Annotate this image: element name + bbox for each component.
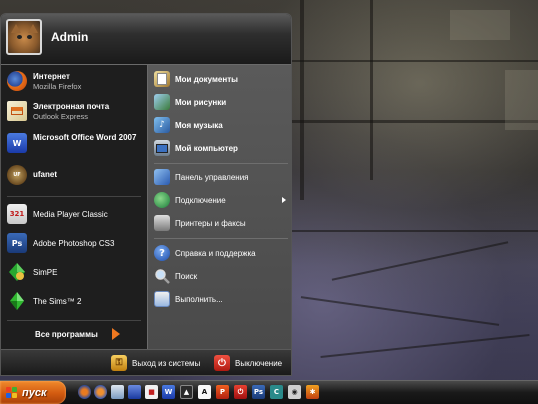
separator	[154, 238, 288, 239]
separator	[7, 320, 141, 321]
place-label: Мои рисунки	[175, 97, 227, 107]
explorer-icon[interactable]	[111, 385, 124, 399]
place-label: Мои документы	[175, 74, 238, 84]
start-menu-programs: Интернет Mozilla Firefox Электронная поч…	[1, 65, 147, 349]
recent-item-sims[interactable]: The Sims™ 2	[7, 291, 81, 311]
start-menu-places: Мои документы Мои рисунки ♪ Моя музыка М…	[147, 65, 291, 349]
key-icon: ⚿	[111, 355, 127, 371]
network-icon	[154, 192, 170, 208]
taskbar: пуск ■ W ▲ A P ⏻ Ps C ◉ ✱	[0, 380, 538, 404]
power-icon[interactable]: ⏻	[234, 385, 247, 399]
pinned-item-title: Электронная почта	[33, 101, 110, 111]
camera-icon[interactable]: ◉	[288, 385, 301, 399]
word-icon[interactable]: W	[162, 385, 175, 399]
acrobat-icon[interactable]: P	[216, 385, 229, 399]
setting-connect[interactable]: Подключение	[154, 192, 288, 208]
shutdown-label: Выключение	[235, 358, 283, 368]
music-icon: ♪	[154, 117, 170, 133]
tool-help[interactable]: ? Справка и поддержка	[154, 245, 256, 261]
separator	[154, 163, 288, 164]
pinned-item-title: Интернет	[33, 71, 70, 81]
tool-label: Справка и поддержка	[175, 248, 256, 258]
logoff-label: Выход из системы	[132, 358, 201, 368]
place-label: Моя музыка	[175, 120, 223, 130]
simpe-icon	[7, 262, 27, 282]
power-icon: ⏻	[214, 355, 230, 371]
photoshop-icon[interactable]: Ps	[252, 385, 265, 399]
recent-item-title: The Sims™ 2	[33, 296, 82, 306]
place-my-music[interactable]: ♪ Моя музыка	[154, 117, 223, 133]
place-my-documents[interactable]: Мои документы	[154, 71, 238, 87]
save-icon[interactable]	[128, 385, 141, 399]
photoshop-icon: Ps	[7, 233, 27, 253]
firefox-icon	[7, 71, 27, 91]
start-menu: Admin Интернет Mozilla Firefox Электронн…	[0, 13, 292, 376]
pinned-item-subtitle: Mozilla Firefox	[33, 81, 82, 91]
pinned-item-email[interactable]: Электронная почта Outlook Express	[7, 101, 109, 121]
recent-item-media-player[interactable]: 321 Media Player Classic	[7, 204, 108, 224]
firefox-icon[interactable]	[94, 385, 107, 399]
font-icon[interactable]: ▲	[180, 385, 193, 399]
place-my-computer[interactable]: Мой компьютер	[154, 140, 238, 156]
place-label: Мой компьютер	[175, 143, 238, 153]
recent-item-title: SimPE	[33, 267, 58, 277]
sims-icon[interactable]: ✱	[306, 385, 319, 399]
setting-label: Подключение	[175, 195, 226, 205]
firefox-icon[interactable]	[78, 385, 91, 399]
separator	[7, 196, 141, 197]
all-programs-label: Все программы	[35, 329, 98, 339]
tool-label: Поиск	[175, 271, 198, 281]
help-icon: ?	[154, 245, 170, 261]
pinned-item-ufanet[interactable]: UF ufanet	[7, 165, 57, 185]
tool-search[interactable]: Поиск	[154, 268, 197, 284]
all-programs-button[interactable]: Все программы	[35, 328, 120, 340]
documents-icon	[154, 71, 170, 87]
recent-item-title: Media Player Classic	[33, 209, 108, 219]
computer-icon	[154, 140, 170, 156]
recent-item-simpe[interactable]: SimPE	[7, 262, 57, 282]
setting-control-panel[interactable]: Панель управления	[154, 169, 249, 185]
start-label: пуск	[22, 386, 47, 399]
media-player-icon: 321	[7, 204, 27, 224]
tool-label: Выполнить...	[175, 294, 223, 304]
sims-icon	[7, 291, 27, 311]
word-icon: W	[7, 133, 27, 153]
ufanet-icon: UF	[7, 165, 27, 185]
search-icon	[154, 268, 170, 284]
pdf-icon[interactable]: A	[198, 385, 211, 399]
logoff-button[interactable]: ⚿ Выход из системы	[111, 355, 200, 371]
submenu-arrow-icon	[282, 197, 286, 203]
start-button[interactable]: пуск	[0, 381, 66, 404]
pinned-item-word[interactable]: W Microsoft Office Word 2007	[7, 133, 142, 153]
setting-label: Принтеры и факсы	[175, 218, 246, 228]
arrow-right-icon	[111, 328, 120, 340]
setting-label: Панель управления	[175, 172, 249, 182]
tool-run[interactable]: Выполнить...	[154, 291, 223, 307]
start-menu-header: Admin	[1, 14, 291, 65]
printer-icon	[154, 215, 170, 231]
recent-item-title: Adobe Photoshop CS3	[33, 238, 115, 248]
pinned-item-title: Microsoft Office Word 2007	[33, 133, 137, 142]
setting-printers[interactable]: Принтеры и факсы	[154, 215, 246, 231]
outlook-icon	[7, 101, 27, 121]
document-icon[interactable]: ■	[145, 385, 158, 399]
windows-logo-icon	[6, 386, 18, 399]
user-avatar[interactable]	[6, 19, 42, 55]
control-panel-icon	[154, 169, 170, 185]
pinned-item-subtitle: Outlook Express	[33, 111, 89, 121]
start-menu-footer: ⚿ Выход из системы ⏻ Выключение	[1, 349, 291, 375]
pinned-item-internet[interactable]: Интернет Mozilla Firefox	[7, 71, 81, 91]
pictures-icon	[154, 94, 170, 110]
recent-item-photoshop[interactable]: Ps Adobe Photoshop CS3	[7, 233, 114, 253]
shutdown-button[interactable]: ⏻ Выключение	[214, 355, 282, 371]
pinned-item-title: ufanet	[33, 170, 57, 179]
place-my-pictures[interactable]: Мои рисунки	[154, 94, 226, 110]
run-icon	[154, 291, 170, 307]
user-name: Admin	[51, 30, 89, 44]
gear-icon[interactable]: C	[270, 385, 283, 399]
